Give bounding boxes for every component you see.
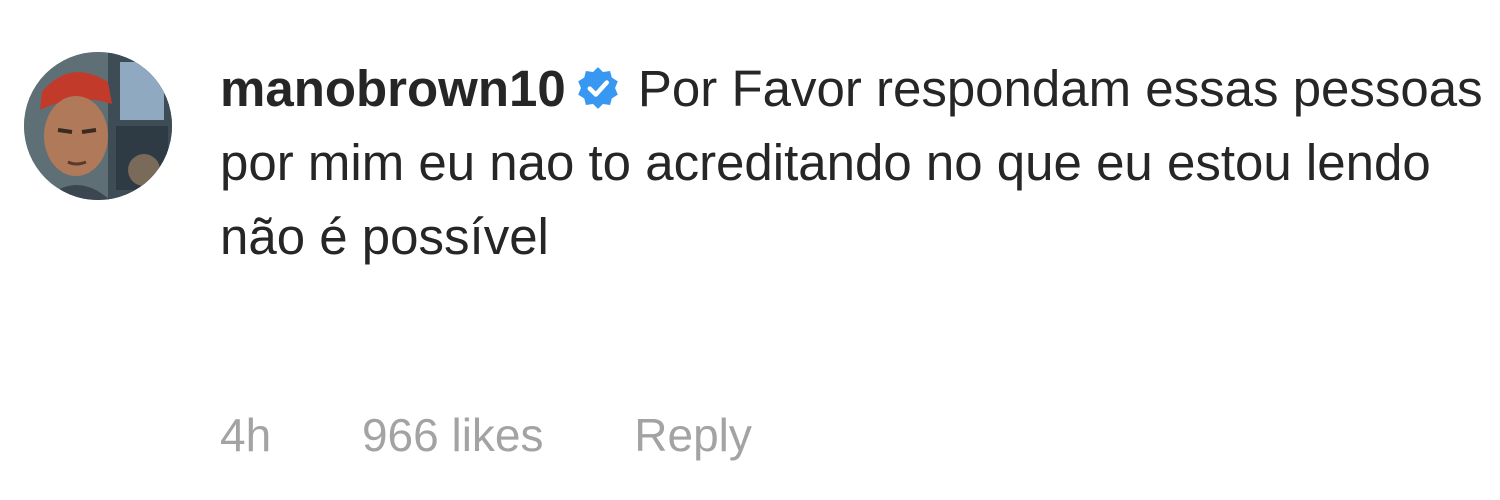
comment-meta: 4h 966 likes Reply bbox=[220, 400, 752, 470]
comment-body: manobrown10 Por Favor respondam essas pe… bbox=[220, 52, 1485, 274]
reply-button[interactable]: Reply bbox=[634, 400, 752, 470]
profile-avatar[interactable] bbox=[24, 52, 172, 200]
verified-badge-icon bbox=[576, 66, 620, 110]
timestamp: 4h bbox=[220, 409, 272, 461]
comment: manobrown10 Por Favor respondam essas pe… bbox=[0, 0, 1500, 500]
username-link[interactable]: manobrown10 bbox=[220, 60, 566, 117]
avatar-image bbox=[24, 52, 172, 200]
likes-count[interactable]: 966 likes bbox=[362, 400, 544, 470]
